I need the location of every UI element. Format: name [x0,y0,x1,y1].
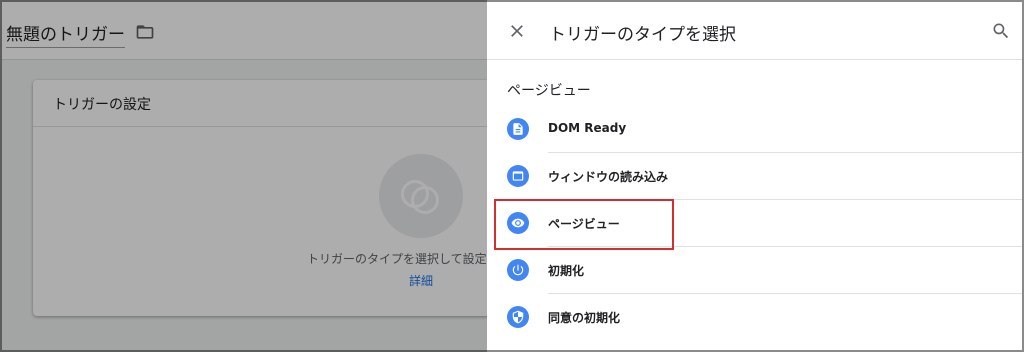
search-icon[interactable] [991,21,1011,41]
list-item-label: 同意の初期化 [548,311,621,325]
trigger-type-consent-initialization[interactable]: 同意の初期化 [487,294,1022,341]
trigger-type-page-view[interactable]: ページビュー [487,200,1022,247]
trigger-type-initialization[interactable]: 初期化 [487,247,1022,294]
panel-title: トリガーのタイプを選択 [549,25,736,45]
trigger-type-window-loaded[interactable]: ウィンドウの読み込み [487,153,1022,200]
trigger-type-dom-ready[interactable]: DOM Ready [487,106,1022,153]
power-icon [507,259,529,281]
trigger-type-panel: トリガーのタイプを選択 ページビュー DOM Ready ウィンドウの読み込み … [487,0,1024,352]
eye-icon [507,212,529,234]
list-item-label: 初期化 [548,264,585,278]
close-icon[interactable] [507,21,527,41]
section-heading: ページビュー [507,83,591,99]
panel-header: トリガーのタイプを選択 [487,2,1022,60]
window-icon [507,165,529,187]
modal-overlay[interactable] [0,0,487,352]
list-item-label: DOM Ready [548,121,627,135]
list-item-label: ページビュー [548,217,620,231]
shield-icon [507,306,529,328]
list-item-label: ウィンドウの読み込み [548,170,669,184]
document-icon [507,118,529,140]
